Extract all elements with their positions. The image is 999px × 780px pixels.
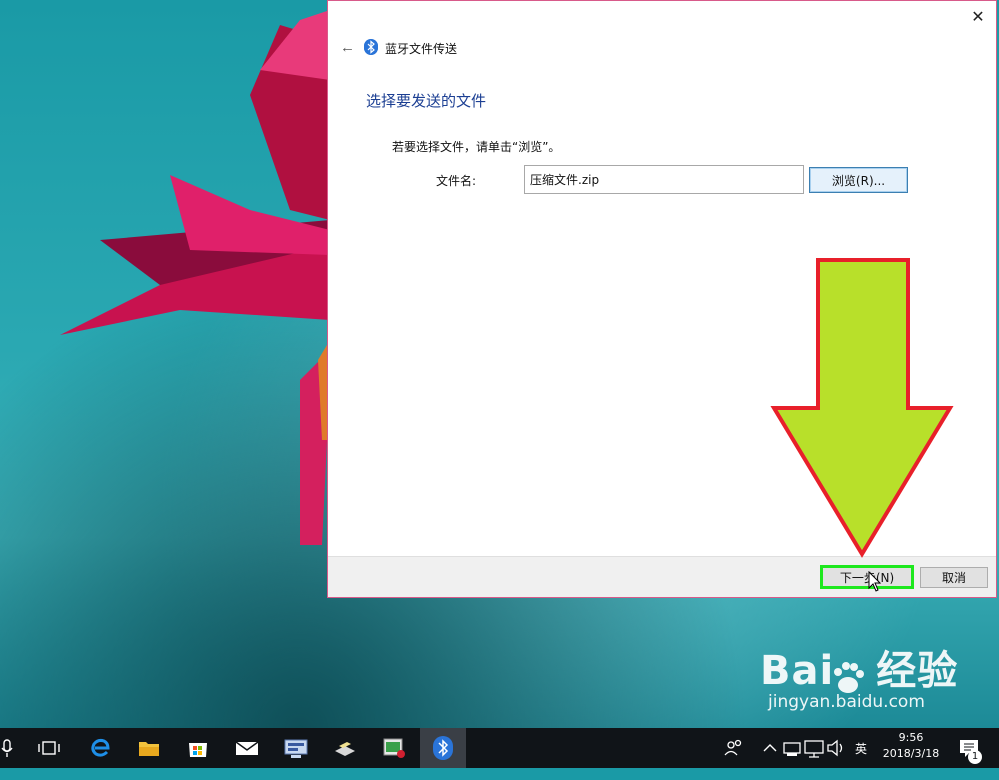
taskbar: 英 9:56 2018/3/18 1 [0,728,999,768]
people-icon[interactable] [720,734,748,762]
cancel-button[interactable]: 取消 [920,567,988,588]
edge-browser-icon[interactable] [86,734,114,762]
bluetooth-taskbar-active[interactable] [420,728,466,768]
ime-indicator[interactable]: 英 [855,740,867,780]
baidu-watermark: Bai 经验 jingyan.baidu.com [760,648,959,712]
clock-time: 9:56 [898,731,924,744]
mouse-cursor-icon [868,571,882,592]
filename-label: 文件名: [436,174,477,188]
store-icon[interactable] [184,734,212,762]
system-clock[interactable]: 9:56 2018/3/18 [880,730,942,762]
microphone-icon[interactable] [0,734,24,762]
watermark-brand: Bai [760,648,835,694]
next-button[interactable]: 下一步(N) [820,565,914,589]
dialog-title: 蓝牙文件传送 [385,42,458,56]
bluetooth-icon [364,39,378,55]
printer-app-icon[interactable] [331,734,359,762]
settings-window-icon[interactable] [380,734,408,762]
bluetooth-taskbar-icon [433,736,453,760]
clock-date: 2018/3/18 [882,747,940,760]
browse-button[interactable]: 浏览(R)... [809,167,908,193]
notification-badge: 1 [968,750,982,764]
file-explorer-icon[interactable] [135,734,163,762]
watermark-brand-suffix: 经验 [876,648,959,694]
task-view-icon[interactable] [35,734,63,762]
watermark-url: jingyan.baidu.com [768,692,925,712]
close-button[interactable]: ✕ [964,5,992,29]
network-app-icon[interactable] [282,734,310,762]
volume-icon[interactable] [822,734,850,762]
highlight-arrow-icon [770,258,954,558]
page-heading: 选择要发送的文件 [366,92,487,110]
filename-input[interactable] [524,165,804,194]
mail-icon[interactable] [233,734,261,762]
back-button[interactable]: ← [334,37,358,57]
instruction-text: 若要选择文件，请单击“浏览”。 [392,140,561,154]
dialog-footer: 下一步(N) 取消 [328,556,996,597]
